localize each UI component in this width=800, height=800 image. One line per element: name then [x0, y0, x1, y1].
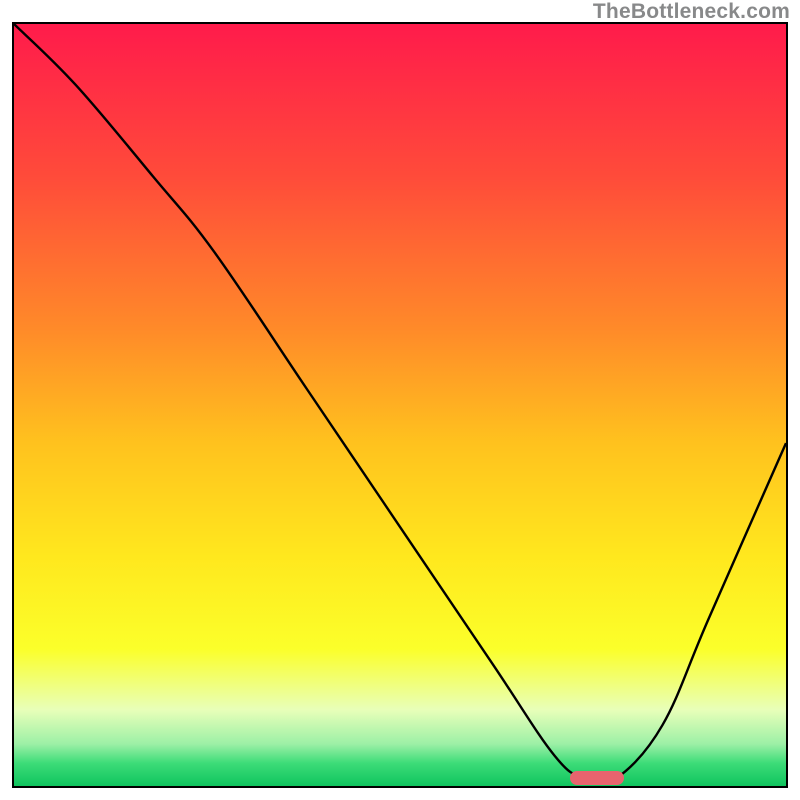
bottleneck-curve [14, 24, 786, 784]
optimal-range-marker [570, 771, 624, 785]
bottleneck-chart: TheBottleneck.com [0, 0, 800, 800]
curve-layer [14, 24, 786, 786]
watermark-label: TheBottleneck.com [593, 0, 790, 24]
plot-area [12, 22, 788, 788]
